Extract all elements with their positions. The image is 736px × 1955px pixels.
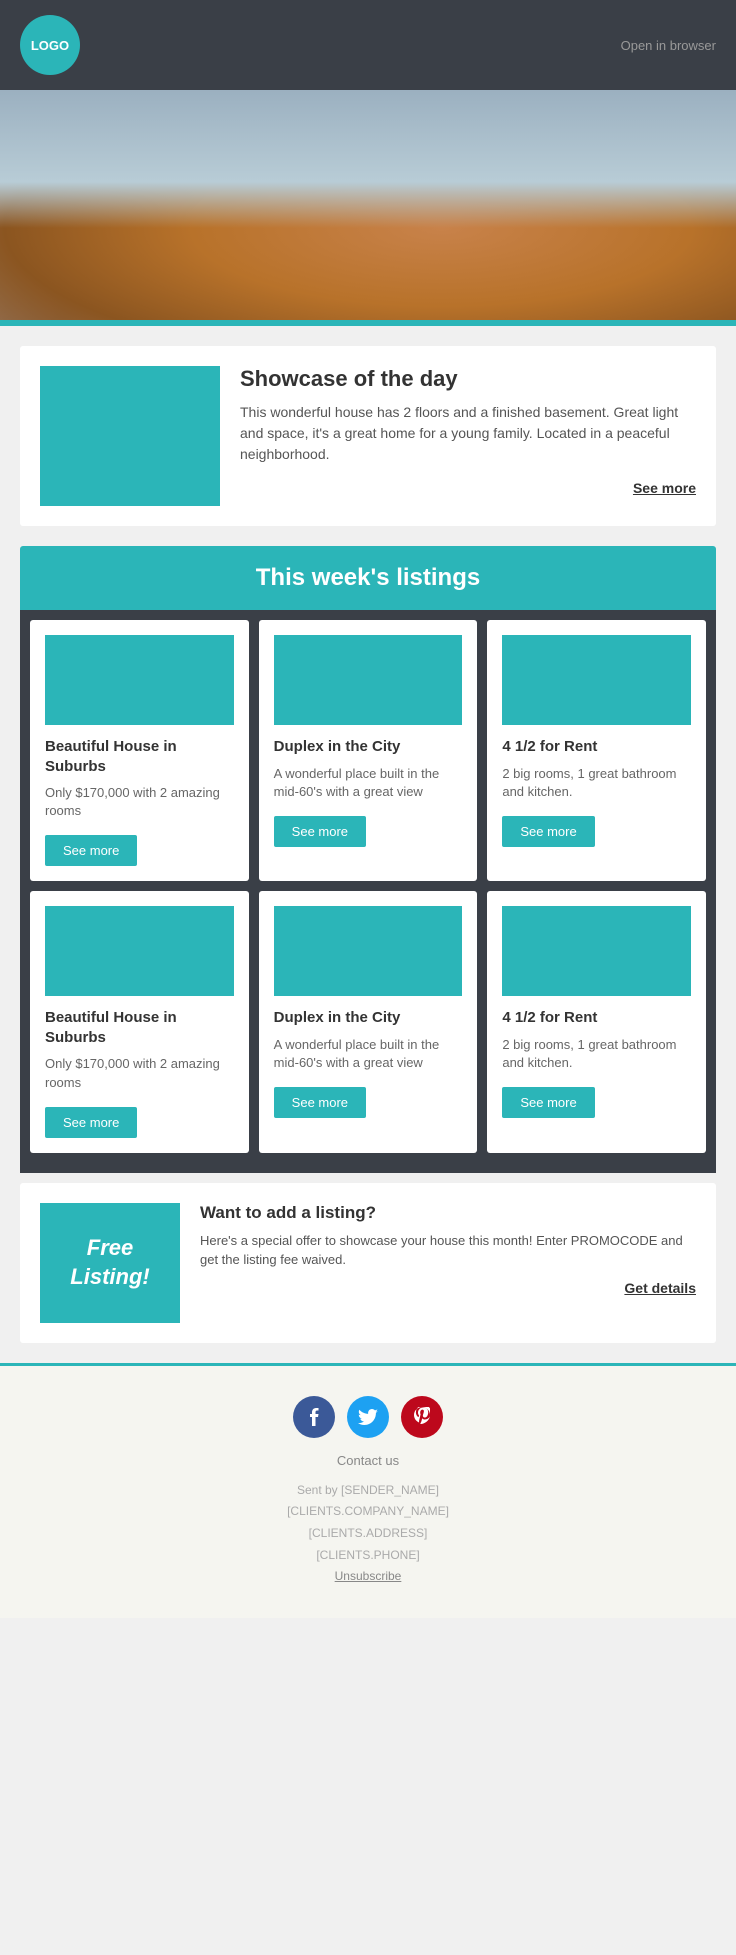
social-icons: [20, 1396, 716, 1438]
listing-btn-1-1[interactable]: See more: [45, 835, 137, 866]
footer-phone: [CLIENTS.PHONE]: [20, 1545, 716, 1567]
free-listing-image: Free Listing!: [40, 1203, 180, 1323]
listing-image-1-2: [274, 635, 463, 725]
listings-header-text: This week's listings: [256, 564, 480, 591]
showcase-title: Showcase of the day: [240, 366, 696, 392]
listing-title-2-3: 4 1/2 for Rent: [502, 1008, 691, 1028]
listing-card-1-1: Beautiful House in Suburbs Only $170,000…: [30, 620, 249, 881]
listing-card-2-2: Duplex in the City A wonderful place bui…: [259, 891, 478, 1152]
listing-desc-1-2: A wonderful place built in the mid-60's …: [274, 765, 463, 801]
open-in-browser-link[interactable]: Open in browser: [621, 38, 716, 53]
showcase-content: Showcase of the day This wonderful house…: [240, 366, 696, 496]
listings-header: This week's listings: [20, 546, 716, 610]
email-wrapper: LOGO Open in browser Showcase of the day…: [0, 0, 736, 1955]
listing-card-2-3: 4 1/2 for Rent 2 big rooms, 1 great bath…: [487, 891, 706, 1152]
listing-image-1-1: [45, 635, 234, 725]
logo-text: LOGO: [31, 38, 69, 53]
listing-btn-2-1[interactable]: See more: [45, 1107, 137, 1138]
listing-title-1-3: 4 1/2 for Rent: [502, 737, 691, 757]
free-listing-image-text: Free Listing!: [50, 1234, 170, 1291]
showcase-see-more-link[interactable]: See more: [240, 480, 696, 496]
listing-image-2-2: [274, 906, 463, 996]
contact-us-text[interactable]: Contact us: [20, 1453, 716, 1468]
listing-desc-2-1: Only $170,000 with 2 amazing rooms: [45, 1055, 234, 1091]
twitter-icon[interactable]: [347, 1396, 389, 1438]
hero-building: [0, 90, 736, 320]
listings-row-1: Beautiful House in Suburbs Only $170,000…: [30, 620, 706, 881]
listing-title-1-2: Duplex in the City: [274, 737, 463, 757]
listings-row-2: Beautiful House in Suburbs Only $170,000…: [30, 891, 706, 1152]
listing-image-1-3: [502, 635, 691, 725]
footer: Contact us Sent by [SENDER_NAME] [CLIENT…: [0, 1363, 736, 1618]
hero-image: [0, 90, 736, 320]
free-listing-content: Want to add a listing? Here's a special …: [200, 1203, 696, 1296]
free-listing-section: Free Listing! Want to add a listing? Her…: [20, 1183, 716, 1343]
showcase-image: [40, 366, 220, 506]
pinterest-icon[interactable]: [401, 1396, 443, 1438]
showcase-section: Showcase of the day This wonderful house…: [20, 346, 716, 526]
free-listing-title: Want to add a listing?: [200, 1203, 696, 1223]
footer-company: [CLIENTS.COMPANY_NAME]: [20, 1501, 716, 1523]
listing-title-2-1: Beautiful House in Suburbs: [45, 1008, 234, 1047]
listing-btn-2-2[interactable]: See more: [274, 1087, 366, 1118]
listing-desc-1-1: Only $170,000 with 2 amazing rooms: [45, 784, 234, 820]
listing-btn-1-2[interactable]: See more: [274, 816, 366, 847]
teal-accent-bar: [0, 320, 736, 326]
footer-address: [CLIENTS.ADDRESS]: [20, 1523, 716, 1545]
listing-image-2-3: [502, 906, 691, 996]
listing-card-1-3: 4 1/2 for Rent 2 big rooms, 1 great bath…: [487, 620, 706, 881]
listings-section: This week's listings Beautiful House in …: [20, 546, 716, 1173]
listing-btn-1-3[interactable]: See more: [502, 816, 594, 847]
showcase-description: This wonderful house has 2 floors and a …: [240, 402, 696, 465]
footer-sent-by: Sent by [SENDER_NAME]: [20, 1480, 716, 1502]
facebook-icon[interactable]: [293, 1396, 335, 1438]
listing-desc-1-3: 2 big rooms, 1 great bathroom and kitche…: [502, 765, 691, 801]
free-listing-description: Here's a special offer to showcase your …: [200, 1231, 696, 1270]
listing-title-2-2: Duplex in the City: [274, 1008, 463, 1028]
listings-grid: Beautiful House in Suburbs Only $170,000…: [20, 610, 716, 1173]
header: LOGO Open in browser: [0, 0, 736, 90]
listing-desc-2-2: A wonderful place built in the mid-60's …: [274, 1036, 463, 1072]
listing-btn-2-3[interactable]: See more: [502, 1087, 594, 1118]
unsubscribe-link[interactable]: Unsubscribe: [20, 1566, 716, 1588]
listing-card-1-2: Duplex in the City A wonderful place bui…: [259, 620, 478, 881]
listing-title-1-1: Beautiful House in Suburbs: [45, 737, 234, 776]
footer-info: Sent by [SENDER_NAME] [CLIENTS.COMPANY_N…: [20, 1480, 716, 1588]
listing-image-2-1: [45, 906, 234, 996]
get-details-link[interactable]: Get details: [200, 1280, 696, 1296]
listing-desc-2-3: 2 big rooms, 1 great bathroom and kitche…: [502, 1036, 691, 1072]
logo: LOGO: [20, 15, 80, 75]
showcase-inner: Showcase of the day This wonderful house…: [40, 366, 696, 506]
listing-card-2-1: Beautiful House in Suburbs Only $170,000…: [30, 891, 249, 1152]
